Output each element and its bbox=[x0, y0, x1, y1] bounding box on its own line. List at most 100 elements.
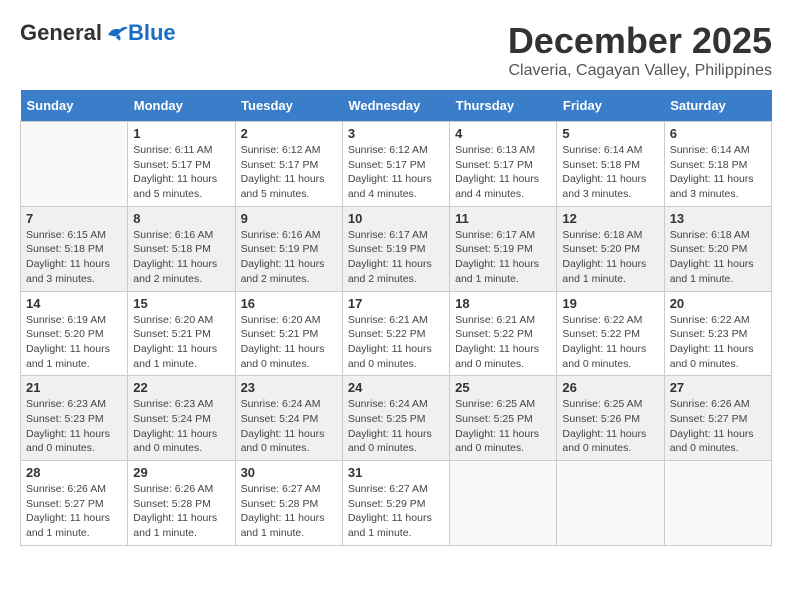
day-info: Sunrise: 6:12 AM Sunset: 5:17 PM Dayligh… bbox=[348, 143, 444, 202]
page-header: General Blue December 2025 Claveria, Cag… bbox=[20, 20, 772, 80]
calendar-cell: 14 Sunrise: 6:19 AM Sunset: 5:20 PM Dayli… bbox=[21, 291, 128, 376]
calendar-cell: 17 Sunrise: 6:21 AM Sunset: 5:22 PM Dayli… bbox=[342, 291, 449, 376]
calendar-cell: 28 Sunrise: 6:26 AM Sunset: 5:27 PM Dayli… bbox=[21, 461, 128, 546]
day-info: Sunrise: 6:24 AM Sunset: 5:24 PM Dayligh… bbox=[241, 397, 337, 456]
calendar-cell: 29Sunrise: 6:26 AM Sunset: 5:28 PM Dayli… bbox=[128, 461, 235, 546]
day-number: 21 bbox=[26, 380, 122, 395]
day-number: 19 bbox=[562, 296, 658, 311]
calendar-cell: 4 Sunrise: 6:13 AM Sunset: 5:17 PM Daylig… bbox=[450, 122, 557, 207]
calendar-cell: 13 Sunrise: 6:18 AM Sunset: 5:20 PM Dayli… bbox=[664, 206, 771, 291]
calendar-week-row: 14 Sunrise: 6:19 AM Sunset: 5:20 PM Dayli… bbox=[21, 291, 772, 376]
day-info: Sunrise: 6:13 AM Sunset: 5:17 PM Dayligh… bbox=[455, 143, 551, 202]
day-info: Sunrise: 6:27 AM Sunset: 5:28 PM Dayligh… bbox=[241, 482, 337, 541]
calendar-cell: 24Sunrise: 6:24 AM Sunset: 5:25 PM Dayli… bbox=[342, 376, 449, 461]
calendar-cell: 3 Sunrise: 6:12 AM Sunset: 5:17 PM Daylig… bbox=[342, 122, 449, 207]
day-number: 22 bbox=[133, 380, 229, 395]
day-info: Sunrise: 6:20 AM Sunset: 5:21 PM Dayligh… bbox=[133, 313, 229, 372]
day-info: Sunrise: 6:14 AM Sunset: 5:18 PM Dayligh… bbox=[562, 143, 658, 202]
day-number: 27 bbox=[670, 380, 766, 395]
day-number: 10 bbox=[348, 211, 444, 226]
day-number: 17 bbox=[348, 296, 444, 311]
calendar-cell: 25Sunrise: 6:25 AM Sunset: 5:25 PM Dayli… bbox=[450, 376, 557, 461]
calendar-cell: 27 Sunrise: 6:26 AM Sunset: 5:27 PM Dayli… bbox=[664, 376, 771, 461]
day-number: 6 bbox=[670, 126, 766, 141]
logo-blue-text: Blue bbox=[128, 20, 176, 46]
day-info: Sunrise: 6:17 AM Sunset: 5:19 PM Dayligh… bbox=[348, 228, 444, 287]
day-number: 7 bbox=[26, 211, 122, 226]
calendar-header-row: SundayMondayTuesdayWednesdayThursdayFrid… bbox=[21, 90, 772, 122]
calendar-header-saturday: Saturday bbox=[664, 90, 771, 122]
calendar-cell: 22 Sunrise: 6:23 AM Sunset: 5:24 PM Dayli… bbox=[128, 376, 235, 461]
day-info: Sunrise: 6:26 AM Sunset: 5:28 PM Dayligh… bbox=[133, 482, 229, 541]
day-number: 13 bbox=[670, 211, 766, 226]
day-info: Sunrise: 6:25 AM Sunset: 5:26 PM Dayligh… bbox=[562, 397, 658, 456]
location-text: Claveria, Cagayan Valley, Philippines bbox=[508, 62, 772, 80]
calendar-header-tuesday: Tuesday bbox=[235, 90, 342, 122]
calendar-cell: 21Sunrise: 6:23 AM Sunset: 5:23 PM Dayli… bbox=[21, 376, 128, 461]
day-number: 14 bbox=[26, 296, 122, 311]
day-number: 20 bbox=[670, 296, 766, 311]
logo-general-text: General bbox=[20, 20, 102, 46]
calendar-cell: 2Sunrise: 6:12 AM Sunset: 5:17 PM Daylig… bbox=[235, 122, 342, 207]
day-number: 2 bbox=[241, 126, 337, 141]
day-info: Sunrise: 6:27 AM Sunset: 5:29 PM Dayligh… bbox=[348, 482, 444, 541]
day-info: Sunrise: 6:19 AM Sunset: 5:20 PM Dayligh… bbox=[26, 313, 122, 372]
calendar-week-row: 21Sunrise: 6:23 AM Sunset: 5:23 PM Dayli… bbox=[21, 376, 772, 461]
day-info: Sunrise: 6:18 AM Sunset: 5:20 PM Dayligh… bbox=[562, 228, 658, 287]
calendar-cell: 26 Sunrise: 6:25 AM Sunset: 5:26 PM Dayli… bbox=[557, 376, 664, 461]
calendar-week-row: 1Sunrise: 6:11 AM Sunset: 5:17 PM Daylig… bbox=[21, 122, 772, 207]
day-number: 12 bbox=[562, 211, 658, 226]
day-info: Sunrise: 6:20 AM Sunset: 5:21 PM Dayligh… bbox=[241, 313, 337, 372]
calendar-week-row: 7Sunrise: 6:15 AM Sunset: 5:18 PM Daylig… bbox=[21, 206, 772, 291]
calendar-header-thursday: Thursday bbox=[450, 90, 557, 122]
calendar-cell: 6 Sunrise: 6:14 AM Sunset: 5:18 PM Daylig… bbox=[664, 122, 771, 207]
day-number: 11 bbox=[455, 211, 551, 226]
day-info: Sunrise: 6:26 AM Sunset: 5:27 PM Dayligh… bbox=[26, 482, 122, 541]
calendar-cell: 20 Sunrise: 6:22 AM Sunset: 5:23 PM Dayli… bbox=[664, 291, 771, 376]
day-number: 5 bbox=[562, 126, 658, 141]
day-number: 30 bbox=[241, 465, 337, 480]
day-info: Sunrise: 6:22 AM Sunset: 5:23 PM Dayligh… bbox=[670, 313, 766, 372]
day-number: 1 bbox=[133, 126, 229, 141]
day-info: Sunrise: 6:23 AM Sunset: 5:24 PM Dayligh… bbox=[133, 397, 229, 456]
title-area: December 2025 Claveria, Cagayan Valley, … bbox=[508, 20, 772, 80]
calendar-cell: 5 Sunrise: 6:14 AM Sunset: 5:18 PM Daylig… bbox=[557, 122, 664, 207]
calendar-week-row: 28 Sunrise: 6:26 AM Sunset: 5:27 PM Dayli… bbox=[21, 461, 772, 546]
day-number: 26 bbox=[562, 380, 658, 395]
calendar-cell bbox=[557, 461, 664, 546]
calendar-cell: 16 Sunrise: 6:20 AM Sunset: 5:21 PM Dayli… bbox=[235, 291, 342, 376]
calendar-cell bbox=[664, 461, 771, 546]
day-info: Sunrise: 6:24 AM Sunset: 5:25 PM Dayligh… bbox=[348, 397, 444, 456]
day-info: Sunrise: 6:14 AM Sunset: 5:18 PM Dayligh… bbox=[670, 143, 766, 202]
calendar-cell bbox=[450, 461, 557, 546]
day-number: 3 bbox=[348, 126, 444, 141]
month-title: December 2025 bbox=[508, 20, 772, 62]
day-info: Sunrise: 6:17 AM Sunset: 5:19 PM Dayligh… bbox=[455, 228, 551, 287]
calendar-cell: 8Sunrise: 6:16 AM Sunset: 5:18 PM Daylig… bbox=[128, 206, 235, 291]
day-number: 28 bbox=[26, 465, 122, 480]
calendar-cell: 23Sunrise: 6:24 AM Sunset: 5:24 PM Dayli… bbox=[235, 376, 342, 461]
calendar-cell: 30 Sunrise: 6:27 AM Sunset: 5:28 PM Dayli… bbox=[235, 461, 342, 546]
calendar-cell: 1Sunrise: 6:11 AM Sunset: 5:17 PM Daylig… bbox=[128, 122, 235, 207]
day-number: 9 bbox=[241, 211, 337, 226]
calendar-table: SundayMondayTuesdayWednesdayThursdayFrid… bbox=[20, 90, 772, 546]
day-number: 16 bbox=[241, 296, 337, 311]
day-number: 31 bbox=[348, 465, 444, 480]
calendar-cell: 10 Sunrise: 6:17 AM Sunset: 5:19 PM Dayli… bbox=[342, 206, 449, 291]
day-info: Sunrise: 6:26 AM Sunset: 5:27 PM Dayligh… bbox=[670, 397, 766, 456]
calendar-header-monday: Monday bbox=[128, 90, 235, 122]
day-info: Sunrise: 6:18 AM Sunset: 5:20 PM Dayligh… bbox=[670, 228, 766, 287]
day-number: 4 bbox=[455, 126, 551, 141]
calendar-cell: 31 Sunrise: 6:27 AM Sunset: 5:29 PM Dayli… bbox=[342, 461, 449, 546]
day-info: Sunrise: 6:16 AM Sunset: 5:18 PM Dayligh… bbox=[133, 228, 229, 287]
day-number: 18 bbox=[455, 296, 551, 311]
calendar-cell: 15Sunrise: 6:20 AM Sunset: 5:21 PM Dayli… bbox=[128, 291, 235, 376]
calendar-cell: 12 Sunrise: 6:18 AM Sunset: 5:20 PM Dayli… bbox=[557, 206, 664, 291]
logo-bird-icon bbox=[104, 23, 128, 43]
day-info: Sunrise: 6:21 AM Sunset: 5:22 PM Dayligh… bbox=[348, 313, 444, 372]
day-info: Sunrise: 6:16 AM Sunset: 5:19 PM Dayligh… bbox=[241, 228, 337, 287]
calendar-cell: 11 Sunrise: 6:17 AM Sunset: 5:19 PM Dayli… bbox=[450, 206, 557, 291]
calendar-header-friday: Friday bbox=[557, 90, 664, 122]
day-info: Sunrise: 6:22 AM Sunset: 5:22 PM Dayligh… bbox=[562, 313, 658, 372]
day-info: Sunrise: 6:25 AM Sunset: 5:25 PM Dayligh… bbox=[455, 397, 551, 456]
